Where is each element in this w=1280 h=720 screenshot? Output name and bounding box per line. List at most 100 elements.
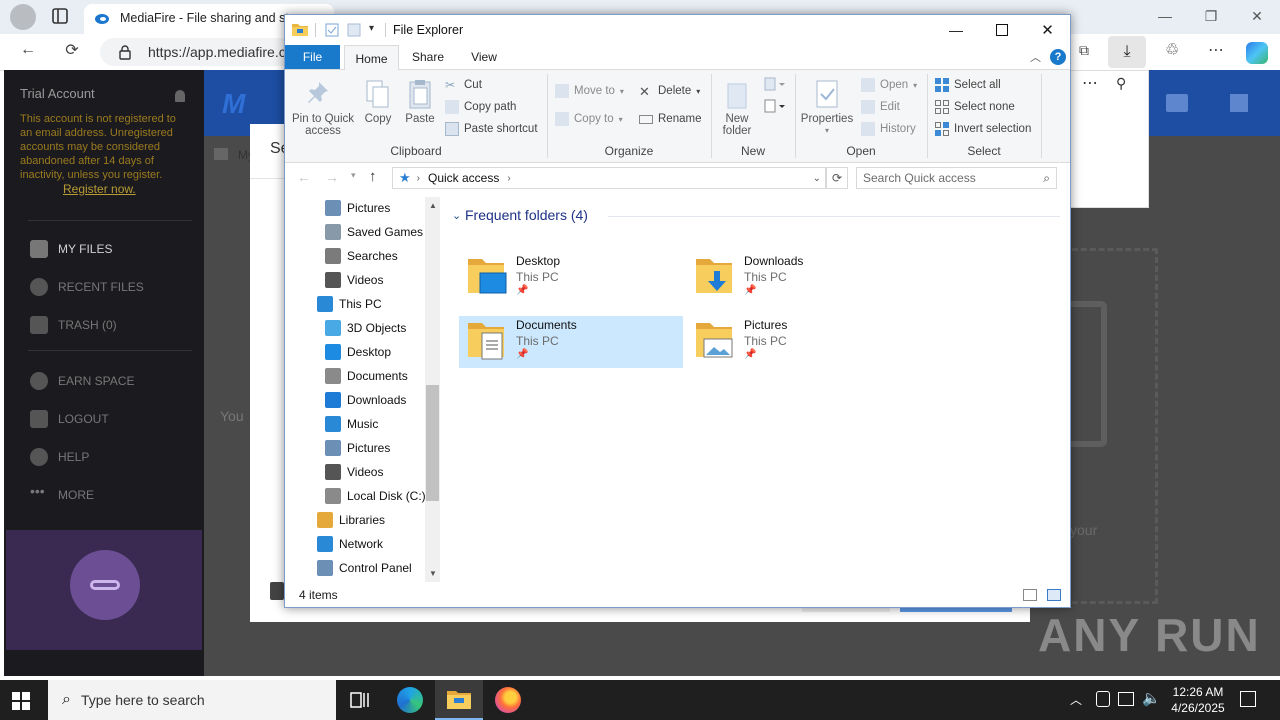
downloads-icon[interactable]: ⤓ — [1108, 36, 1146, 68]
browser-restore-button[interactable]: ❐ — [1188, 0, 1234, 32]
nav-trash[interactable]: TRASH (0) — [30, 313, 200, 337]
file-explorer-app-icon[interactable] — [435, 680, 483, 720]
paste-button[interactable]: Paste — [401, 78, 439, 125]
clock[interactable]: 12:26 AM 4/26/2025 — [1166, 684, 1230, 716]
large-icons-view-icon[interactable] — [1047, 589, 1061, 601]
rename-button[interactable]: Rename — [639, 110, 701, 128]
copy-to-button[interactable]: Copy to ▾ — [555, 110, 624, 128]
nav-item-documents[interactable]: Documents — [325, 364, 408, 388]
profile-avatar[interactable] — [10, 4, 36, 30]
register-link[interactable]: Register now. — [63, 182, 136, 196]
up-arrow-icon[interactable]: ↑ — [369, 168, 377, 185]
refresh-icon[interactable]: ⟳ — [58, 36, 86, 64]
section-header[interactable]: Frequent folders (4) — [465, 207, 588, 223]
back-arrow-icon[interactable]: ← — [297, 169, 311, 185]
help-icon[interactable]: ? — [1050, 49, 1066, 65]
nav-item-downloads[interactable]: Downloads — [325, 388, 406, 412]
search-box[interactable]: Search Quick access ⌕ — [856, 167, 1057, 189]
bell-icon[interactable] — [175, 90, 185, 102]
new-folder-icon[interactable] — [1166, 94, 1188, 112]
back-arrow-icon[interactable]: ← — [14, 36, 42, 64]
more-menu-icon[interactable]: ⋯ — [1202, 36, 1230, 64]
firefox-app-icon[interactable] — [484, 680, 532, 720]
nav-my-files[interactable]: MY FILES — [30, 237, 200, 261]
nav-item-3d-objects[interactable]: 3D Objects — [325, 316, 406, 340]
address-bar[interactable]: https://app.mediafire.c — [100, 38, 300, 66]
nav-item-libraries[interactable]: Libraries — [317, 508, 385, 532]
recent-locations-icon[interactable]: ▾ — [351, 170, 356, 181]
properties-button[interactable]: Properties ▾ — [800, 78, 854, 137]
paste-shortcut-button[interactable]: Paste shortcut — [445, 120, 538, 138]
nav-earn-space[interactable]: EARN SPACE — [30, 369, 200, 393]
select-all-button[interactable]: Select all — [935, 76, 1031, 94]
file-add-icon[interactable] — [270, 582, 284, 600]
pin-icon[interactable]: ⚲ — [1116, 75, 1126, 92]
nav-item-saved-games[interactable]: Saved Games — [325, 220, 423, 244]
volume-icon[interactable]: 🔈 — [1142, 689, 1161, 707]
browser-close-button[interactable]: ✕ — [1234, 0, 1280, 32]
more-options-icon[interactable]: ⋯ — [1082, 73, 1098, 93]
collapse-ribbon-icon[interactable]: ︿ — [1030, 49, 1041, 65]
nav-item-pictures[interactable]: Pictures — [325, 436, 390, 460]
tab-file[interactable]: File — [285, 45, 340, 69]
folder-tile-pictures[interactable]: Pictures This PC 📌 — [692, 317, 916, 369]
collapse-group-icon[interactable]: ⌄ — [452, 209, 461, 222]
address-field[interactable]: ★ › Quick access › ⌄ — [392, 167, 826, 189]
task-view-icon[interactable] — [336, 680, 384, 720]
windows-start-icon[interactable] — [12, 692, 30, 710]
open-button[interactable]: Open ▾ — [861, 76, 917, 94]
history-button[interactable]: History — [861, 120, 917, 138]
collections-icon[interactable]: ⧉ — [1070, 36, 1098, 64]
extensions-icon[interactable]: ♲ — [1158, 36, 1186, 64]
nav-item-network[interactable]: Network — [317, 532, 383, 556]
scroll-thumb[interactable] — [426, 385, 439, 501]
nav-scrollbar[interactable]: ▲ ▼ — [425, 197, 440, 582]
copy-path-button[interactable]: Copy path — [445, 98, 538, 116]
nav-recent-files[interactable]: RECENT FILES — [30, 275, 200, 299]
nav-item-this-pc[interactable]: This PC — [317, 292, 382, 316]
scroll-up-icon[interactable]: ▲ — [429, 201, 437, 210]
nav-item-desktop[interactable]: Desktop — [325, 340, 391, 364]
nav-more[interactable]: ••• MORE — [30, 483, 200, 507]
copy-button[interactable]: Copy — [361, 78, 395, 125]
tab-home[interactable]: Home — [344, 45, 399, 71]
nav-item-local-disk-c[interactable]: Local Disk (C:) — [325, 484, 426, 508]
nav-logout[interactable]: LOGOUT — [30, 407, 200, 431]
tab-actions-icon[interactable] — [50, 6, 70, 26]
scroll-down-icon[interactable]: ▼ — [429, 569, 437, 578]
minimize-button[interactable]: — — [933, 15, 979, 45]
browser-minimize-button[interactable]: — — [1142, 0, 1188, 32]
edge-app-icon[interactable] — [386, 680, 434, 720]
folder-tile-downloads[interactable]: Downloads This PC 📌 — [692, 253, 916, 305]
address-dropdown-icon[interactable]: ⌄ — [813, 173, 821, 184]
nav-item-videos[interactable]: Videos — [325, 268, 383, 292]
move-to-button[interactable]: Move to ▾ — [555, 82, 624, 100]
nav-item-searches[interactable]: Searches — [325, 244, 398, 268]
nav-help[interactable]: HELP — [30, 445, 200, 469]
invert-selection-button[interactable]: Invert selection — [935, 120, 1031, 138]
new-folder-qat-icon[interactable] — [347, 23, 361, 37]
delete-button[interactable]: ✕ Delete ▾ — [639, 82, 701, 100]
close-button[interactable]: ✕ — [1025, 15, 1070, 45]
nav-item-music[interactable]: Music — [325, 412, 378, 436]
network-icon[interactable] — [1118, 692, 1134, 706]
copilot-icon[interactable] — [1246, 42, 1268, 64]
nav-item-videos[interactable]: Videos — [325, 460, 383, 484]
refresh-icon[interactable]: ⟳ — [826, 167, 848, 189]
pin-to-quick-access-button[interactable]: Pin to Quick access — [291, 78, 355, 137]
folder-tile-documents[interactable]: Documents This PC 📌 — [464, 317, 688, 369]
nav-item-pictures[interactable]: Pictures — [325, 196, 390, 220]
taskbar-search-box[interactable]: ⌕ Type here to search — [48, 680, 336, 720]
tab-share[interactable]: Share — [401, 45, 455, 69]
cut-button[interactable]: ✂ Cut — [445, 76, 538, 94]
folder-tile-desktop[interactable]: Desktop This PC 📌 — [464, 253, 688, 305]
properties-qat-icon[interactable] — [325, 23, 339, 37]
device-icon[interactable] — [1096, 691, 1110, 707]
details-view-icon[interactable] — [1023, 589, 1037, 601]
notifications-icon[interactable] — [1240, 691, 1256, 707]
promo-banner[interactable] — [6, 530, 202, 650]
easy-access-icon[interactable] — [763, 98, 785, 114]
qat-dropdown-icon[interactable]: ▾ — [369, 23, 374, 34]
tab-view[interactable]: View — [457, 45, 511, 69]
new-item-icon[interactable] — [763, 76, 785, 92]
